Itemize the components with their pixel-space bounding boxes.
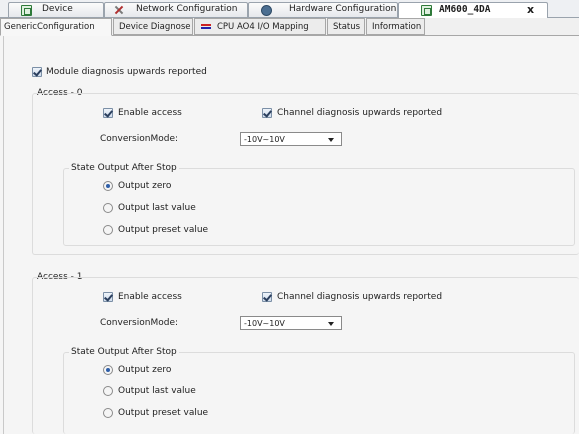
tab-generic-configuration[interactable]: GenericConfiguration <box>0 18 112 36</box>
tab-am600-4da[interactable]: AM600_4DA x <box>398 2 548 18</box>
tab-label: Status <box>333 22 361 32</box>
tab-network-configuration[interactable]: Network Configuration <box>104 2 248 17</box>
io-mapping-icon <box>201 24 211 29</box>
tab-label: Information <box>372 22 422 32</box>
tab-device[interactable]: Device <box>8 2 104 17</box>
tab-status[interactable]: Status <box>327 18 365 35</box>
network-config-icon <box>113 5 124 16</box>
hardware-config-icon <box>261 5 272 16</box>
module-diagnosis-checkbox[interactable] <box>32 67 42 77</box>
tab-label: Hardware Configuration <box>289 4 397 14</box>
device-icon <box>421 5 432 16</box>
tab-label: GenericConfiguration <box>4 22 95 32</box>
access-1-group <box>32 277 579 434</box>
tab-information[interactable]: Information <box>366 18 425 35</box>
close-icon[interactable]: x <box>527 3 534 16</box>
left-border <box>3 36 4 434</box>
tab-device-diagnose[interactable]: Device Diagnose <box>113 18 193 35</box>
tab-label: CPU AO4 I/O Mapping <box>217 22 309 32</box>
device-icon <box>21 5 32 16</box>
tab-label: Network Configuration <box>136 4 238 14</box>
module-diagnosis-label: Module diagnosis upwards reported <box>46 67 207 77</box>
tab-hardware-configuration[interactable]: Hardware Configuration <box>248 2 398 17</box>
tab-label: Device Diagnose <box>119 22 191 32</box>
access-0-group <box>32 93 579 255</box>
tab-io-mapping[interactable]: CPU AO4 I/O Mapping <box>194 18 326 35</box>
document-tab-bar: Device Network Configuration Hardware Co… <box>0 0 579 18</box>
tab-label: Device <box>42 4 73 14</box>
editor-tab-bar: GenericConfiguration Device Diagnose CPU… <box>0 18 579 36</box>
tab-label: AM600_4DA <box>439 4 491 15</box>
